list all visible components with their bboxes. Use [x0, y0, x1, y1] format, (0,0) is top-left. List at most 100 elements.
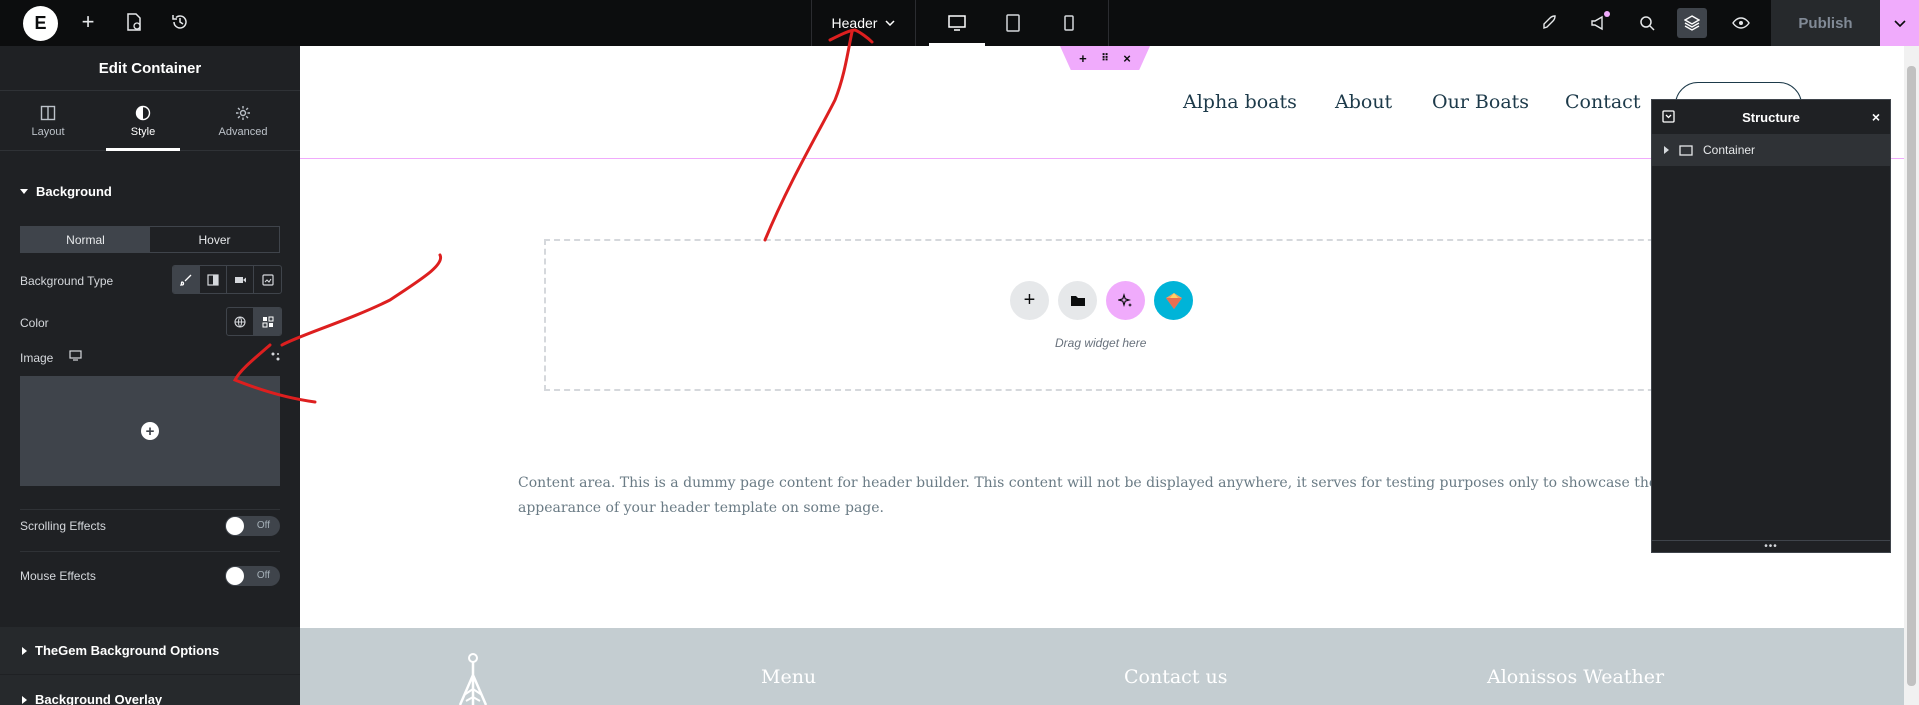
nav-link-about[interactable]: About: [1335, 91, 1392, 113]
notification-dot: [1604, 11, 1610, 17]
chevron-down-icon: [885, 20, 895, 26]
document-switcher[interactable]: Header: [811, 0, 916, 46]
caret-down-icon: [20, 189, 28, 194]
toggle-state: Off: [256, 570, 270, 581]
scrollbar-thumb[interactable]: [1907, 66, 1916, 686]
drag-handle-icon[interactable]: ⠿: [1101, 53, 1109, 64]
image-upload-area[interactable]: +: [20, 376, 280, 486]
nav-link-contact[interactable]: Contact: [1565, 91, 1640, 113]
collapse-panel-icon[interactable]: [1662, 110, 1675, 123]
anchor-logo-icon: [458, 653, 488, 705]
normal-state-tab[interactable]: Normal: [21, 227, 150, 252]
close-icon[interactable]: ×: [1872, 109, 1880, 125]
delete-container-icon[interactable]: ×: [1123, 51, 1131, 66]
ai-builder-button[interactable]: [1106, 281, 1145, 320]
publish-button[interactable]: Publish: [1771, 0, 1880, 46]
color-picker-icon[interactable]: [254, 308, 281, 335]
editor-panel: Edit Container Layout Style Advanced Bac…: [0, 46, 300, 705]
background-type-choices: [172, 265, 282, 294]
gradient-icon[interactable]: [200, 266, 227, 293]
add-widget-button[interactable]: +: [1010, 281, 1049, 320]
scrolling-effects-toggle[interactable]: Off: [225, 516, 280, 536]
tablet-icon[interactable]: [985, 0, 1041, 46]
normal-hover-switch: Normal Hover: [20, 226, 280, 253]
divider: [0, 626, 300, 627]
top-bar: E + Header Publish: [0, 0, 1919, 46]
mouse-effects-label: Mouse Effects: [20, 569, 96, 583]
structure-title: Structure: [1742, 109, 1800, 125]
mobile-icon[interactable]: [1041, 0, 1097, 46]
background-overlay-section-toggle[interactable]: Background Overlay: [22, 692, 162, 705]
search-icon[interactable]: [1632, 8, 1662, 38]
divider: [20, 509, 280, 510]
hover-state-tab[interactable]: Hover: [150, 227, 279, 252]
color-controls: [226, 307, 282, 336]
toggle-state: Off: [256, 520, 270, 531]
preview-eye-icon[interactable]: [1726, 8, 1756, 38]
resize-handle-icon[interactable]: •••: [1652, 540, 1890, 552]
dummy-content-text: Content area. This is a dummy page conte…: [518, 475, 1658, 516]
layers-icon[interactable]: [1677, 8, 1707, 38]
gear-icon: [236, 105, 250, 120]
rocket-icon[interactable]: [1534, 8, 1564, 38]
add-element-icon[interactable]: +: [76, 9, 100, 34]
background-type-label: Background Type: [20, 274, 114, 288]
template-library-button[interactable]: [1058, 281, 1097, 320]
slideshow-icon[interactable]: [254, 266, 281, 293]
structure-item-container[interactable]: Container: [1652, 134, 1890, 166]
contrast-icon: [135, 105, 151, 120]
nav-link-alpha-boats[interactable]: Alpha boats: [1183, 91, 1297, 113]
chevron-down-icon: [1893, 19, 1906, 27]
toggle-knob: [226, 567, 244, 585]
folder-icon: [1070, 296, 1085, 306]
footer-preview: Menu Contact us Alonissos Weather: [300, 628, 1904, 705]
add-container-icon[interactable]: +: [1079, 51, 1087, 66]
document-title: Header: [831, 15, 878, 31]
tab-layout-label: Layout: [31, 125, 65, 138]
thegem-templates-button[interactable]: [1154, 281, 1193, 320]
color-label: Color: [20, 316, 49, 330]
thegem-background-title: TheGem Background Options: [35, 643, 220, 658]
drag-widget-text: Drag widget here: [1055, 336, 1147, 350]
container-handle[interactable]: + ⠿ ×: [1060, 46, 1150, 70]
caret-right-icon[interactable]: [1664, 146, 1669, 154]
publish-options-button[interactable]: [1880, 0, 1919, 46]
background-section-toggle[interactable]: Background: [20, 184, 112, 199]
page-settings-icon[interactable]: [122, 10, 146, 34]
responsive-modes: [917, 0, 1109, 46]
history-icon[interactable]: [168, 10, 192, 34]
gem-icon: [1165, 292, 1182, 309]
caret-right-icon: [22, 646, 27, 655]
add-image-icon: +: [141, 422, 159, 440]
nav-link-our-boats[interactable]: Our Boats: [1432, 91, 1529, 113]
structure-panel: Structure × Container •••: [1651, 99, 1891, 553]
tab-style[interactable]: Style: [98, 91, 188, 151]
responsive-desktop-icon[interactable]: [69, 350, 82, 364]
divider: [20, 551, 280, 552]
tab-advanced-label: Advanced: [218, 125, 268, 138]
whats-new-icon[interactable]: [1584, 8, 1614, 38]
thegem-background-section-toggle[interactable]: TheGem Background Options: [22, 643, 219, 658]
canvas-scrollbar[interactable]: [1904, 46, 1919, 705]
sparkle-icon: [1117, 292, 1132, 307]
layout-icon: [40, 105, 56, 120]
tab-advanced[interactable]: Advanced: [198, 91, 288, 151]
toggle-knob: [226, 517, 244, 535]
background-section-title: Background: [36, 184, 112, 199]
panel-tabs: Layout Style Advanced: [0, 91, 300, 151]
tab-layout[interactable]: Layout: [3, 91, 93, 151]
global-colors-icon[interactable]: [227, 308, 254, 335]
brush-icon[interactable]: [173, 266, 200, 293]
footer-weather-title: Alonissos Weather: [1487, 666, 1665, 688]
footer-menu-title: Menu: [761, 666, 817, 688]
footer-contact-title: Contact us: [1124, 666, 1228, 688]
structure-header[interactable]: Structure ×: [1652, 100, 1890, 134]
tab-style-label: Style: [130, 125, 156, 138]
elementor-logo[interactable]: E: [23, 6, 58, 41]
mouse-effects-toggle[interactable]: Off: [225, 566, 280, 586]
video-icon[interactable]: [227, 266, 254, 293]
container-icon: [1679, 144, 1693, 156]
background-overlay-title: Background Overlay: [35, 692, 163, 705]
desktop-icon[interactable]: [929, 0, 985, 46]
dynamic-tags-icon[interactable]: [270, 351, 281, 365]
